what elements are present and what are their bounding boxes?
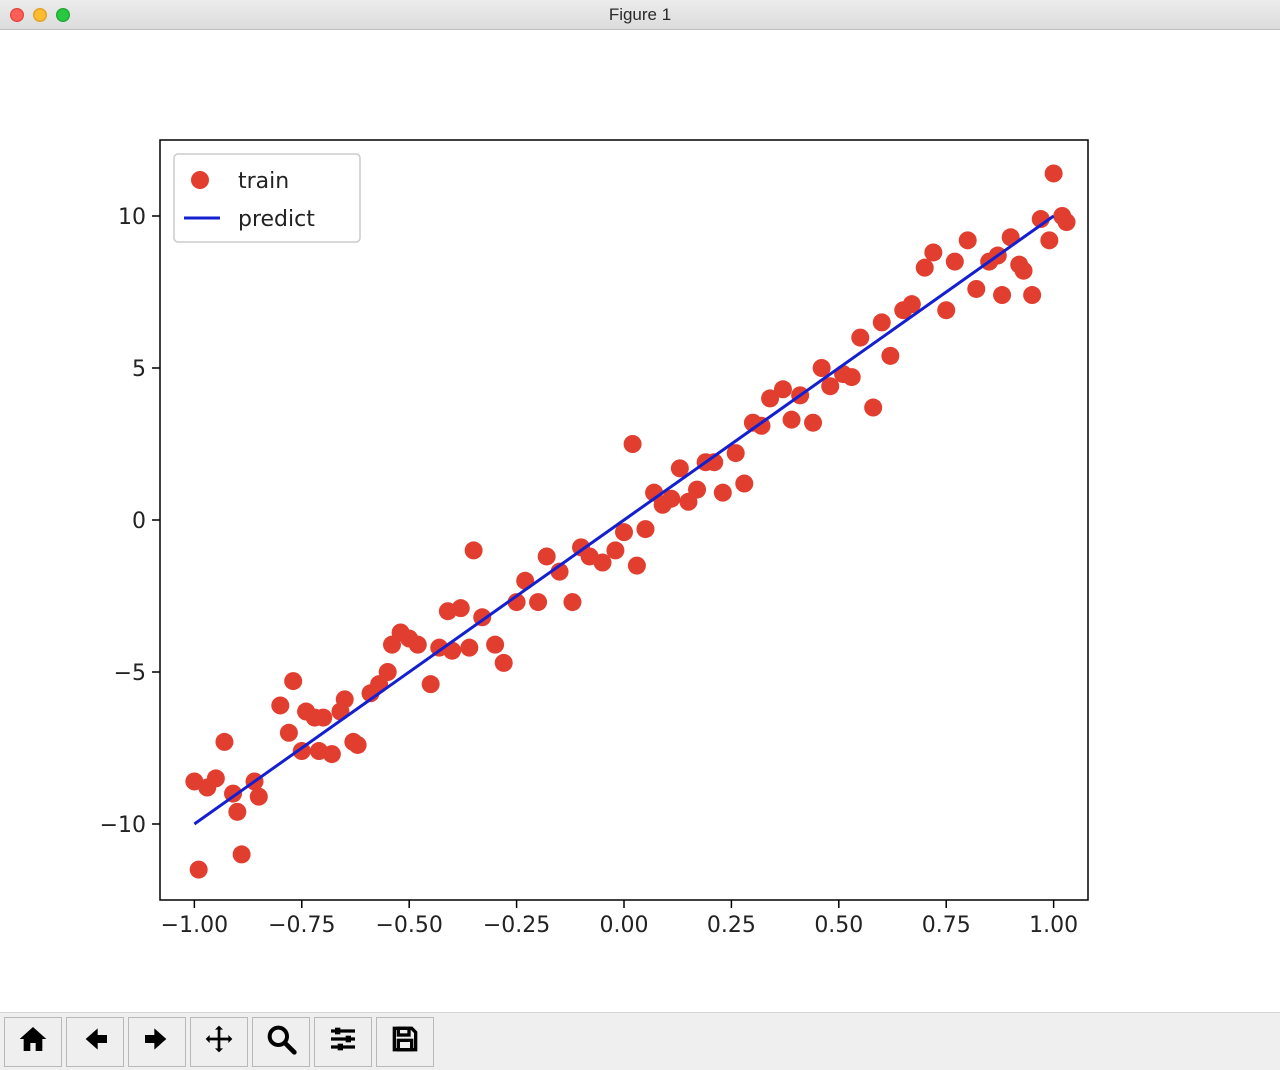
legend-train-marker [191,171,209,189]
save-button[interactable] [376,1017,434,1067]
svg-text:−5: −5 [114,661,146,686]
train-point [323,745,341,763]
minimize-icon[interactable] [33,8,47,22]
window-controls [10,8,70,22]
home-icon [17,1023,49,1060]
train-point [924,243,942,261]
train-point [688,481,706,499]
train-point [452,599,470,617]
train-point [628,557,646,575]
zoom-icon [265,1023,297,1060]
train-point [379,663,397,681]
train-point [529,593,547,611]
train-point [1023,286,1041,304]
move-icon [203,1023,235,1060]
train-point [280,724,298,742]
figure-window: Figure 1 −1.00 −0.75 −0.50 −0.25 0.00 0.25 0.5… [0,0,1280,1070]
train-point [495,654,513,672]
train-point [873,313,891,331]
train-point [190,861,208,879]
maximize-icon[interactable] [56,8,70,22]
svg-text:0.25: 0.25 [707,913,756,938]
home-button[interactable] [4,1017,62,1067]
configure-button[interactable] [314,1017,372,1067]
train-point [881,347,899,365]
train-point [843,368,861,386]
train-point [349,736,367,754]
train-point [228,803,246,821]
train-point [1045,164,1063,182]
train-point [486,636,504,654]
close-icon[interactable] [10,8,24,22]
train-point [250,788,268,806]
arrow-right-icon [141,1023,173,1060]
plot-canvas[interactable]: −1.00 −0.75 −0.50 −0.25 0.00 0.25 0.50 0.75 1.00… [0,30,1280,1012]
svg-text:0: 0 [132,509,146,534]
train-point [967,280,985,298]
train-point [465,541,483,559]
svg-text:−0.75: −0.75 [268,913,335,938]
sliders-icon [327,1023,359,1060]
train-point [336,690,354,708]
titlebar[interactable]: Figure 1 [0,0,1280,30]
svg-text:−1.00: −1.00 [161,913,228,938]
legend-predict-label: predict [238,207,315,232]
train-point [215,733,233,751]
train-point [783,411,801,429]
train-point [563,593,581,611]
train-point [1058,213,1076,231]
train-point [916,259,934,277]
train-point [774,380,792,398]
train-point [233,845,251,863]
svg-text:−10: −10 [100,813,146,838]
train-point [937,301,955,319]
zoom-button[interactable] [252,1017,310,1067]
svg-text:1.00: 1.00 [1029,913,1078,938]
train-point [735,475,753,493]
train-point [1040,231,1058,249]
train-point [284,672,302,690]
svg-text:0.75: 0.75 [922,913,971,938]
train-point [946,253,964,271]
train-point [851,329,869,347]
svg-text:−0.50: −0.50 [375,913,442,938]
plot-svg: −1.00 −0.75 −0.50 −0.25 0.00 0.25 0.50 0.75 1.00… [0,30,1280,1012]
train-point [422,675,440,693]
train-point [1015,262,1033,280]
window-title: Figure 1 [609,5,671,25]
pan-button[interactable] [190,1017,248,1067]
svg-text:−0.25: −0.25 [483,913,550,938]
train-point [538,547,556,565]
predict-line [194,216,1053,824]
train-point [606,541,624,559]
train-point [271,696,289,714]
svg-text:0.00: 0.00 [600,913,649,938]
svg-text:5: 5 [132,357,146,382]
save-icon [389,1023,421,1060]
train-point [864,399,882,417]
back-button[interactable] [66,1017,124,1067]
train-point [804,414,822,432]
train-point [207,769,225,787]
arrow-left-icon [79,1023,111,1060]
train-point [714,484,732,502]
train-point [624,435,642,453]
train-point [959,231,977,249]
train-point [993,286,1011,304]
legend-train-label: train [238,169,289,194]
svg-text:10: 10 [118,205,146,230]
matplotlib-toolbar [0,1012,1280,1070]
train-point [409,636,427,654]
train-point [636,520,654,538]
train-point [460,639,478,657]
forward-button[interactable] [128,1017,186,1067]
train-point [314,709,332,727]
svg-text:0.50: 0.50 [814,913,863,938]
